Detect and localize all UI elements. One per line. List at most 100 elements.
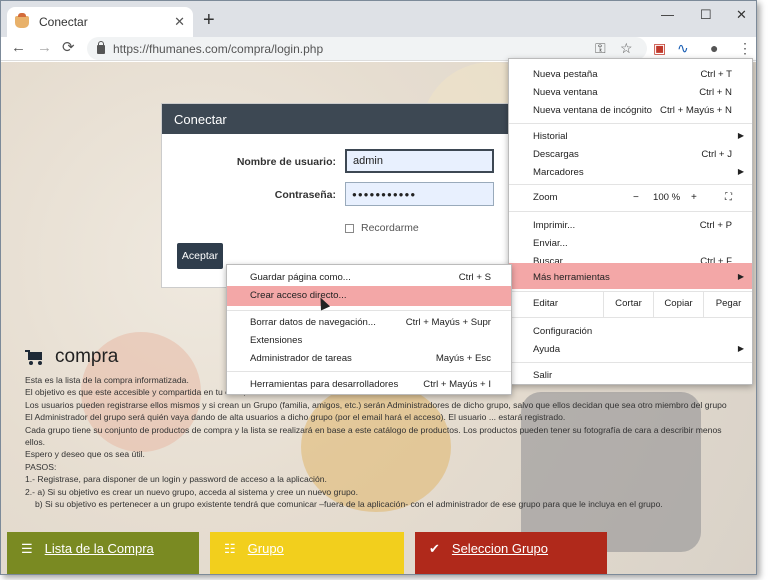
chrome-main-menu: Nueva pestaña Ctrl + T Nueva ventana Ctrl … (508, 58, 753, 385)
menu-item-imprimir[interactable]: Imprimir... Ctrl + P (509, 216, 752, 234)
grupo-label: Grupo (247, 541, 284, 556)
cut-button[interactable]: Cortar (603, 291, 653, 317)
menu-item-label: Enviar... (533, 238, 568, 249)
grid-icon: ☷ (224, 541, 236, 556)
submenu-item-label: Borrar datos de navegación... (250, 317, 376, 328)
grupo-button[interactable]: ☷ Grupo (210, 532, 404, 574)
maximize-button[interactable]: ☐ (700, 7, 712, 23)
lista-compra-label: Lista de la Compra (44, 541, 154, 556)
description-line: Espero y deseo que os sea útil. (25, 449, 145, 460)
menu-item-label: Historial (533, 131, 568, 142)
description-line: Cada grupo tiene su conjunto de producto… (25, 424, 722, 435)
submenu-item-borrar-datos[interactable]: Borrar datos de navegación... Ctrl + Mayú… (227, 313, 511, 331)
password-input[interactable]: ●●●●●●●●●●● (345, 182, 494, 206)
menu-item-mas-herramientas[interactable]: Más herramientas ▶ (509, 263, 752, 289)
submenu-item-label: Administrador de tareas (250, 353, 352, 364)
tab-title: Conectar (39, 15, 88, 29)
list-icon: ☰ (21, 541, 33, 556)
submenu-item-shortcut: Mayús + Esc (435, 353, 491, 364)
zoom-out-button[interactable]: − (633, 192, 639, 203)
submenu-item-administrador-tareas[interactable]: Administrador de tareas Mayús + Esc (227, 349, 511, 367)
submenu-item-shortcut: Ctrl + Mayús + Supr (405, 317, 491, 328)
menu-item-label: Nueva ventana (533, 87, 598, 98)
forward-button[interactable]: → (37, 40, 52, 56)
username-input[interactable]: admin (345, 149, 494, 173)
tab-strip: Conectar ✕ + — ☐ ✕ (1, 1, 756, 37)
description-line: PASOS: (25, 461, 57, 472)
menu-separator (509, 123, 752, 124)
bookmark-star-icon[interactable]: ☆ (620, 40, 633, 56)
menu-item-label: Nueva pestaña (533, 69, 598, 80)
submenu-item-label: Extensiones (250, 335, 303, 346)
menu-item-shortcut: Ctrl + Mayús + N (660, 105, 732, 116)
menu-item-label: Nueva ventana de incógnito (533, 105, 652, 116)
chrome-menu-button[interactable]: ⋮ (738, 40, 752, 56)
page-heading: compra (25, 346, 118, 368)
submenu-item-label: Crear acceso directo... (250, 290, 347, 301)
description-line: 1.- Registrase, para disponer de un logi… (25, 474, 327, 485)
password-label: Contraseña: (274, 189, 336, 201)
submenu-item-shortcut: Ctrl + Mayús + I (423, 379, 491, 390)
address-bar[interactable]: https://fhumanes.com/compra/login.php (87, 37, 647, 60)
lista-compra-button[interactable]: ☰ Lista de la Compra (7, 532, 199, 574)
submenu-item-label: Guardar página como... (250, 272, 351, 283)
zoom-in-button[interactable]: + (691, 192, 697, 203)
back-button[interactable]: ← (11, 40, 26, 56)
submenu-separator (227, 371, 511, 372)
edit-label: Editar (533, 298, 559, 309)
menu-item-salir[interactable]: Salir (509, 366, 752, 384)
menu-item-incognito[interactable]: Nueva ventana de incógnito Ctrl + Mayús +… (509, 101, 752, 119)
extension-icon[interactable]: ∿ (677, 40, 689, 56)
submenu-item-herramientas-desarrolladores[interactable]: Herramientas para desarrolladores Ctrl + … (227, 375, 511, 393)
menu-item-shortcut: Ctrl + P (699, 220, 732, 231)
description-line: 2.- a) Si su objetivo es crear un nuevo … (25, 486, 358, 497)
new-tab-button[interactable]: + (203, 10, 215, 30)
browser-window: Conectar ✕ + — ☐ ✕ ← → ⟳ https://fhumane… (0, 0, 757, 575)
paste-button[interactable]: Pegar (703, 291, 753, 317)
fullscreen-icon[interactable]: ⛶ (725, 192, 732, 203)
edit-row: Editar Cortar Copiar Pegar (509, 291, 752, 317)
submenu-arrow-icon: ▶ (737, 131, 744, 140)
profile-avatar-icon[interactable]: ● (710, 40, 718, 56)
zoom-label: Zoom (533, 192, 558, 203)
menu-item-historial[interactable]: Historial ▶ (509, 127, 752, 145)
submenu-item-extensiones[interactable]: Extensiones (227, 331, 511, 349)
menu-item-configuracion[interactable]: Configuración (509, 322, 752, 340)
submit-button[interactable]: Aceptar (177, 243, 223, 269)
menu-item-enviar[interactable]: Enviar... (509, 234, 752, 252)
pdf-extension-icon[interactable]: ▣ (653, 40, 666, 56)
site-favicon-icon (15, 13, 29, 28)
more-tools-submenu: Guardar página como... Ctrl + S Crear acc… (226, 264, 512, 395)
menu-separator (509, 211, 752, 212)
menu-item-label: Salir (533, 370, 553, 381)
remember-checkbox[interactable] (345, 224, 354, 233)
minimize-button[interactable]: — (661, 7, 674, 22)
lock-icon[interactable] (97, 41, 105, 54)
tab-conectar[interactable]: Conectar ✕ (7, 7, 193, 37)
menu-separator (509, 317, 752, 318)
submenu-item-shortcut: Ctrl + S (458, 272, 491, 283)
menu-item-label: Más herramientas (533, 272, 610, 283)
close-window-button[interactable]: ✕ (736, 7, 747, 23)
login-panel: Conectar Nombre de usuario: admin Contra… (161, 103, 511, 288)
submenu-item-crear-acceso[interactable]: Crear acceso directo... (227, 286, 511, 306)
menu-item-label: Descargas (533, 149, 579, 160)
reload-button[interactable]: ⟳ (62, 40, 75, 56)
description-line: b) Si su objetivo es pertenecer a un gru… (35, 499, 663, 510)
menu-item-nueva-ventana[interactable]: Nueva ventana Ctrl + N (509, 83, 752, 101)
zoom-level: 100 % (653, 192, 681, 203)
key-icon[interactable]: ⚿ (595, 40, 606, 56)
tab-close-icon[interactable]: ✕ (174, 14, 185, 30)
submenu-separator (227, 310, 511, 311)
menu-item-descargas[interactable]: Descargas Ctrl + J (509, 145, 752, 163)
menu-item-ayuda[interactable]: Ayuda ▶ (509, 340, 752, 358)
seleccion-grupo-button[interactable]: ✔ Seleccion Grupo (415, 532, 607, 574)
url-text: https://fhumanes.com/compra/login.php (113, 41, 324, 56)
menu-item-marcadores[interactable]: Marcadores ▶ (509, 163, 752, 181)
username-label: Nombre de usuario: (236, 156, 336, 168)
copy-button[interactable]: Copiar (653, 291, 703, 317)
menu-item-shortcut: Ctrl + T (700, 69, 732, 80)
login-title: Conectar (162, 104, 510, 134)
menu-item-nueva-pestana[interactable]: Nueva pestaña Ctrl + T (509, 65, 752, 83)
submenu-item-guardar[interactable]: Guardar página como... Ctrl + S (227, 268, 511, 286)
